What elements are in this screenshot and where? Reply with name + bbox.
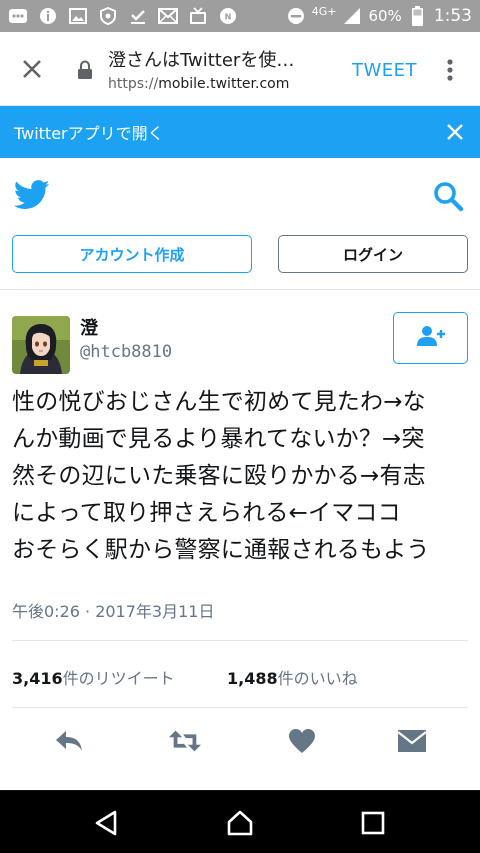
- overflow-menu-icon[interactable]: [446, 58, 454, 82]
- close-tab-icon[interactable]: [20, 57, 44, 81]
- tweet-text: 性の悦びおじさん生で初めて見たわ→な んか動画で見るより暴れてないか？→突 然そ…: [12, 384, 472, 569]
- shield-icon: [98, 7, 118, 25]
- tweet-detail: 澄 @htcb8810 性の悦びおじさん生で初めて見たわ→な んか動画で見るより…: [0, 290, 480, 790]
- tweet-text-line: おそらく駅から警察に通報されるもよう: [12, 537, 430, 563]
- tv-icon: [188, 7, 208, 25]
- more-notifications-icon: [8, 7, 28, 25]
- like-count: 1,488: [227, 669, 278, 688]
- browser-toolbar: 澄さんはTwitterを使… https://mobile.twitter.co…: [0, 32, 480, 106]
- info-icon: [38, 7, 58, 25]
- image-icon: [68, 7, 88, 25]
- tweet-text-line: 性の悦びおじさん生で初めて見たわ→な: [12, 389, 426, 415]
- login-button[interactable]: ログイン: [278, 235, 468, 273]
- retweet-stat[interactable]: 3,416件のリツイート: [12, 665, 175, 689]
- follow-button[interactable]: [393, 312, 468, 364]
- download-done-icon: [128, 7, 148, 25]
- nd-app-icon: N: [218, 7, 238, 25]
- retweet-icon[interactable]: [168, 726, 202, 756]
- mail-icon: [158, 7, 178, 25]
- lock-icon: [77, 60, 93, 84]
- open-in-app-text: Twitterアプリで開く: [14, 124, 164, 143]
- twitter-bird-icon[interactable]: [13, 180, 50, 210]
- avatar[interactable]: [12, 316, 70, 374]
- user-display-name[interactable]: 澄: [80, 314, 98, 340]
- url-host: mobile.twitter.com: [158, 76, 290, 92]
- banner-close-icon[interactable]: [446, 123, 464, 141]
- like-label: 件のいいね: [277, 669, 358, 688]
- back-icon[interactable]: [93, 809, 121, 837]
- reply-icon[interactable]: [52, 726, 86, 756]
- search-icon[interactable]: [432, 180, 464, 212]
- tweet-action-button[interactable]: TWEET: [352, 60, 417, 81]
- tweet-actions: [0, 718, 480, 770]
- signup-button[interactable]: アカウント作成: [12, 235, 252, 273]
- add-user-icon: [416, 325, 446, 351]
- tweet-stats: 3,416件のリツイート 1,488件のいいね: [12, 640, 468, 708]
- signal-icon: [342, 7, 362, 25]
- tweet-text-line: によって取り押さえられる←イマココ: [12, 500, 401, 526]
- open-in-app-banner[interactable]: Twitterアプリで開く: [0, 106, 480, 158]
- status-bar: N 4G+ 60% 1:53: [0, 0, 480, 32]
- svg-text:N: N: [225, 13, 232, 22]
- page-title: 澄さんはTwitterを使…: [108, 50, 295, 71]
- like-heart-icon[interactable]: [285, 726, 319, 756]
- recent-apps-icon[interactable]: [359, 809, 387, 837]
- url-scheme: https://: [108, 76, 159, 92]
- clock: 1:53: [433, 6, 472, 26]
- retweet-label: 件のリツイート: [62, 669, 175, 688]
- user-handle[interactable]: @htcb8810: [80, 342, 172, 362]
- like-stat[interactable]: 1,488件のいいね: [227, 665, 358, 689]
- battery-icon: [408, 6, 428, 26]
- tweet-text-line: 然その辺にいた乗客に殴りかかる→有志: [12, 463, 426, 489]
- tweet-text-line: んか動画で見るより暴れてないか？→突: [12, 426, 425, 452]
- url-display[interactable]: https://mobile.twitter.com: [108, 76, 289, 92]
- battery-percent: 60%: [368, 7, 402, 25]
- home-icon[interactable]: [226, 809, 254, 837]
- direct-message-icon[interactable]: [395, 726, 429, 756]
- network-type: 4G+: [311, 4, 337, 18]
- system-navigation-bar: [0, 790, 480, 853]
- do-not-disturb-icon: [286, 7, 306, 25]
- twitter-header: アカウント作成 ログイン: [0, 158, 480, 290]
- tweet-timestamp[interactable]: 午後0:26 · 2017年3月11日: [12, 598, 214, 622]
- retweet-count: 3,416: [12, 669, 63, 688]
